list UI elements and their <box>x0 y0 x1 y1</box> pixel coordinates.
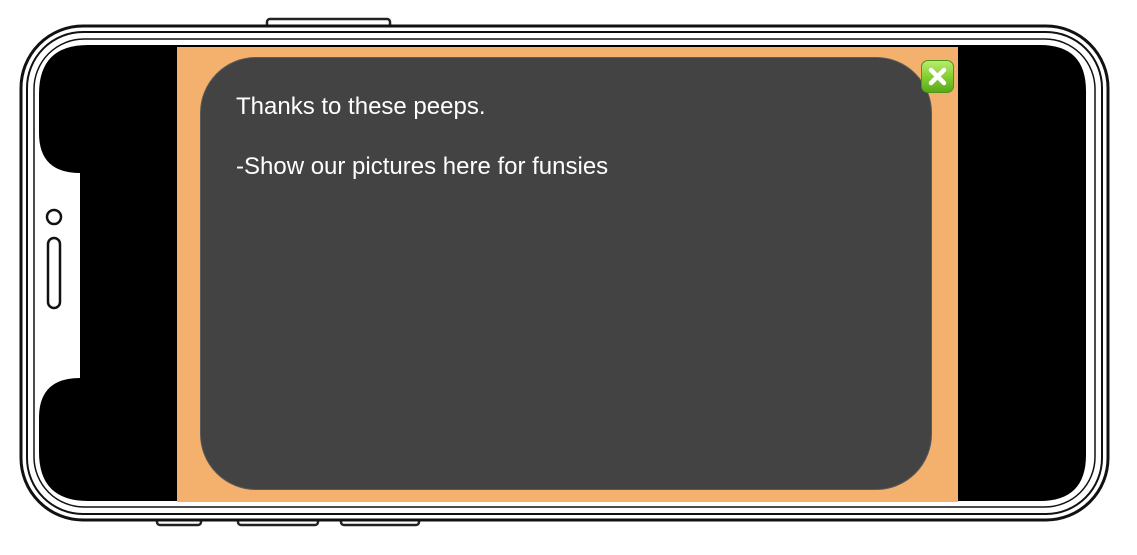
dialog-text-line: Thanks to these peeps. <box>236 93 486 120</box>
credits-dialog: Thanks to these peeps. -Show our picture… <box>200 57 932 490</box>
dialog-text-line: -Show our pictures here for funsies <box>236 153 609 180</box>
close-icon <box>928 67 947 86</box>
close-button[interactable] <box>921 60 954 93</box>
phone-mockup: Thanks to these peeps. -Show our picture… <box>0 0 1137 555</box>
